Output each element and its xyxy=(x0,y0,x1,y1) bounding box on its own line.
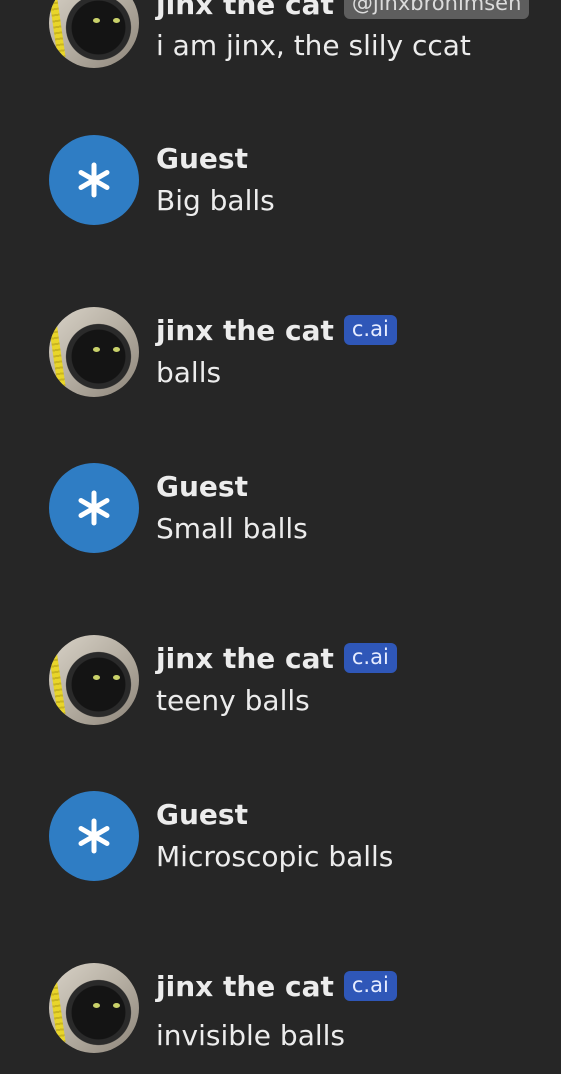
measuring-tape-detail xyxy=(49,0,66,59)
author-name[interactable]: Guest xyxy=(156,798,248,831)
author-name[interactable]: jinx the cat xyxy=(156,314,334,347)
message-text: teeny balls xyxy=(156,684,310,717)
message-text: i am jinx, the slily ccat xyxy=(156,29,471,62)
bot-avatar[interactable] xyxy=(49,635,139,725)
cat-eye xyxy=(113,347,120,352)
cat-eye xyxy=(113,1003,120,1008)
message-header: jinx the cat c.ai xyxy=(156,969,397,1003)
guest-avatar[interactable] xyxy=(49,135,139,225)
chat-message-list: jinx the cat @jinxbronimsen i am jinx, t… xyxy=(0,0,561,1074)
author-name[interactable]: jinx the cat xyxy=(156,642,334,675)
guest-avatar[interactable] xyxy=(49,463,139,553)
cat-eye xyxy=(93,1003,100,1008)
cat-eye xyxy=(93,675,100,680)
chat-message-user: Guest Small balls xyxy=(0,463,561,563)
message-header: Guest xyxy=(156,797,248,831)
message-text: Microscopic balls xyxy=(156,840,394,873)
chat-message-bot: jinx the cat c.ai teeny balls xyxy=(0,635,561,735)
cat-eye xyxy=(113,18,120,23)
measuring-tape-detail xyxy=(49,320,66,388)
chat-message-user: Guest Big balls xyxy=(0,135,561,235)
message-text: Small balls xyxy=(156,512,308,545)
cat-eye xyxy=(113,675,120,680)
author-name[interactable]: Guest xyxy=(156,142,248,175)
author-handle-badge: @jinxbronimsen xyxy=(343,0,530,19)
message-text: Big balls xyxy=(156,184,275,217)
chat-message-user: Guest Microscopic balls xyxy=(0,791,561,891)
asterisk-icon xyxy=(78,162,110,198)
bot-avatar[interactable] xyxy=(49,307,139,397)
cai-badge: c.ai xyxy=(343,643,397,673)
message-text: balls xyxy=(156,356,222,389)
message-header: Guest xyxy=(156,141,248,175)
guest-avatar[interactable] xyxy=(49,791,139,881)
author-name[interactable]: jinx the cat xyxy=(156,0,334,21)
message-header: Guest xyxy=(156,469,248,503)
cai-badge: c.ai xyxy=(343,971,397,1001)
author-name[interactable]: Guest xyxy=(156,470,248,503)
bot-avatar[interactable] xyxy=(49,963,139,1053)
message-header: jinx the cat c.ai xyxy=(156,313,397,347)
measuring-tape-detail xyxy=(49,976,66,1044)
bot-avatar[interactable] xyxy=(49,0,139,68)
chat-message-bot: jinx the cat @jinxbronimsen i am jinx, t… xyxy=(0,0,561,80)
message-header: jinx the cat c.ai xyxy=(156,641,397,675)
cat-eye xyxy=(93,18,100,23)
cai-badge: c.ai xyxy=(343,315,397,345)
chat-message-bot: jinx the cat c.ai balls xyxy=(0,307,561,407)
asterisk-icon xyxy=(78,490,110,526)
measuring-tape-detail xyxy=(49,648,66,716)
message-header: jinx the cat @jinxbronimsen xyxy=(156,0,530,21)
message-text: invisible balls xyxy=(156,1019,345,1052)
cat-eye xyxy=(93,347,100,352)
author-name[interactable]: jinx the cat xyxy=(156,970,334,1003)
chat-message-bot: jinx the cat c.ai invisible balls xyxy=(0,963,561,1063)
asterisk-icon xyxy=(78,818,110,854)
